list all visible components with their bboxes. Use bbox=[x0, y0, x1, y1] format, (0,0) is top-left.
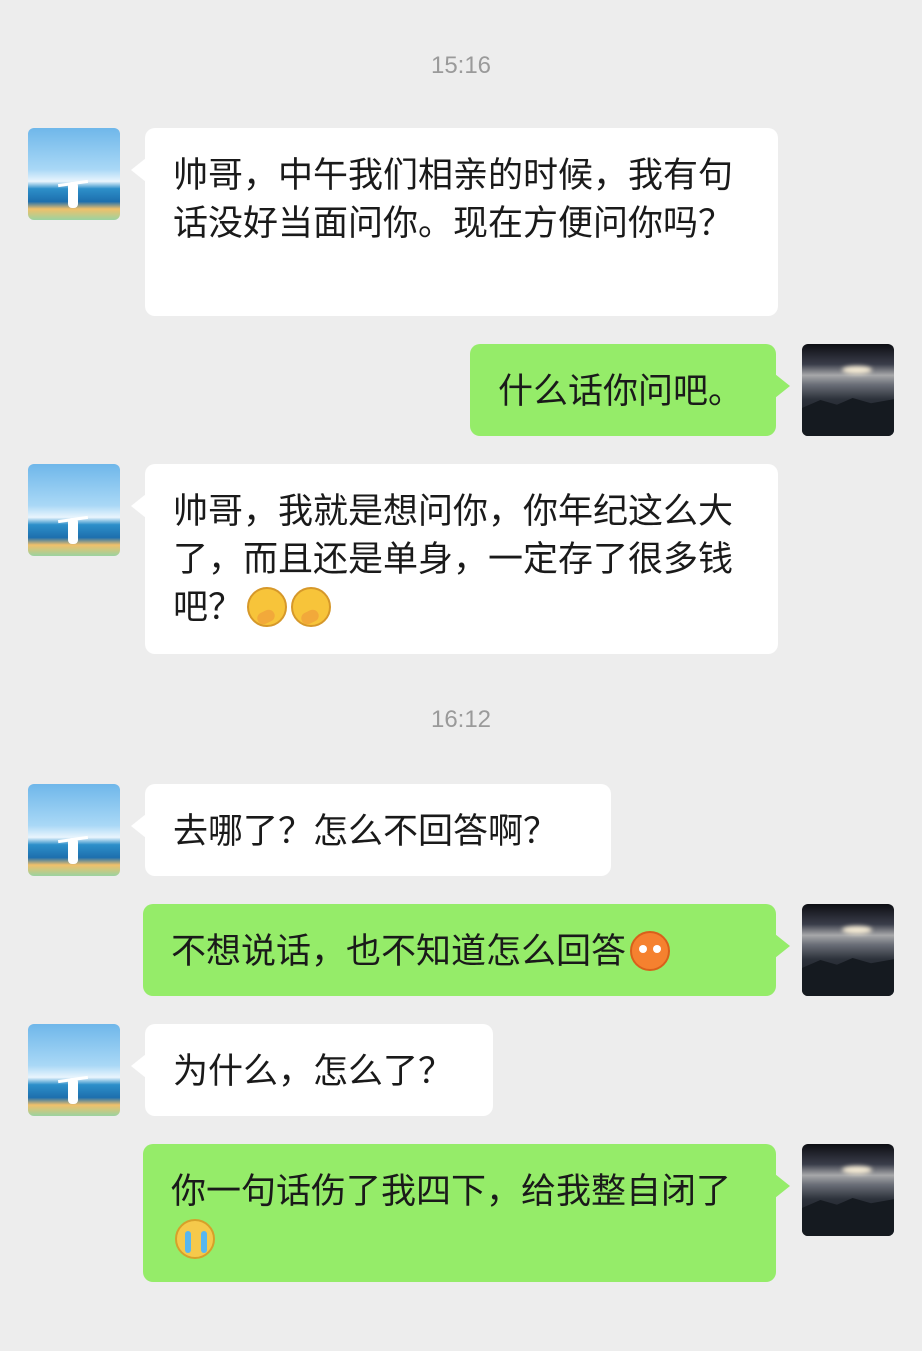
message-text: 什么话你问吧。 bbox=[498, 372, 744, 412]
contact-avatar[interactable] bbox=[28, 784, 120, 876]
message-bubble-sent[interactable]: 不想说话，也不知道怎么回答 bbox=[143, 904, 790, 996]
contact-avatar[interactable] bbox=[28, 464, 120, 556]
sweat-face-icon bbox=[630, 931, 671, 971]
message-bubble-sent[interactable]: 你一句话伤了我四下，给我整自闭了 bbox=[143, 1144, 790, 1282]
message-text: 去哪了？怎么不回答啊？ bbox=[173, 812, 559, 852]
message-text: 不想说话，也不知道怎么回答 bbox=[171, 932, 627, 972]
contact-avatar[interactable] bbox=[28, 128, 120, 220]
message-bubble-received[interactable]: 帅哥，我就是想问你，你年纪这么大了，而且还是单身，一定存了很多钱吧？ bbox=[131, 464, 778, 654]
contact-avatar[interactable] bbox=[28, 1024, 120, 1116]
message-bubble-received[interactable]: 为什么，怎么了？ bbox=[131, 1024, 493, 1116]
timestamp: 16:12 bbox=[430, 706, 492, 733]
my-avatar[interactable] bbox=[802, 904, 894, 996]
message-bubble-received[interactable]: 帅哥，中午我们相亲的时候，我有句话没好当面问你。现在方便问你吗？ bbox=[131, 128, 778, 316]
message-bubble-sent[interactable]: 什么话你问吧。 bbox=[470, 344, 790, 436]
message-bubble-received[interactable]: 去哪了？怎么不回答啊？ bbox=[131, 784, 611, 876]
chat-window: 15:16 帅哥，中午我们相亲的时候，我有句话没好当面问你。现在方便问你吗？ 什… bbox=[0, 0, 922, 1351]
message-text: 为什么，怎么了？ bbox=[173, 1052, 454, 1092]
my-avatar[interactable] bbox=[802, 344, 894, 436]
thinking-face-icon bbox=[291, 587, 332, 627]
message-text: 帅哥，中午我们相亲的时候，我有句话没好当面问你。现在方便问你吗？ bbox=[173, 156, 734, 244]
timestamp: 15:16 bbox=[430, 52, 492, 79]
thinking-face-icon bbox=[247, 587, 288, 627]
my-avatar[interactable] bbox=[802, 1144, 894, 1236]
message-text: 你一句话伤了我四下，给我整自闭了 bbox=[171, 1172, 732, 1212]
crying-face-icon bbox=[175, 1219, 215, 1259]
